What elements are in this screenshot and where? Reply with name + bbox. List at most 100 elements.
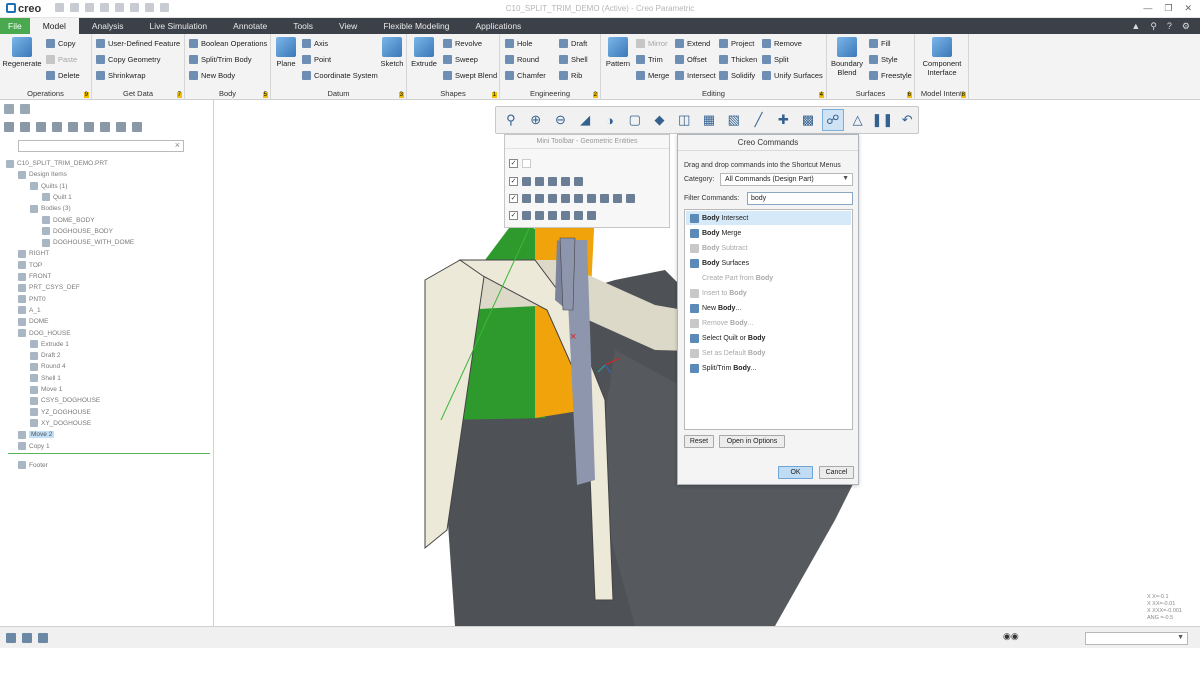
tree-item[interactable]: DOME_BODY <box>42 215 95 226</box>
settings-icon[interactable]: ⚙ <box>1182 21 1190 32</box>
paint-icon[interactable] <box>561 177 570 186</box>
tree-item[interactable]: PRT_CSYS_DEF <box>18 282 80 293</box>
surfaces-label[interactable]: Surfaces <box>827 89 914 98</box>
fill-button[interactable]: Fill <box>869 39 891 48</box>
help-icon[interactable]: ? <box>1167 21 1172 32</box>
datum-label[interactable]: Datum <box>271 89 406 98</box>
tree-item[interactable]: Move 2 <box>18 429 55 440</box>
style-button[interactable]: Style <box>869 55 898 64</box>
tab-applications[interactable]: Applications <box>462 18 534 34</box>
tree-show-icon[interactable] <box>100 122 110 132</box>
tree-item[interactable]: DOGHOUSE_BODY <box>42 226 113 237</box>
tree-item[interactable]: DOGHOUSE_WITH_DOME <box>42 237 134 248</box>
sketch-mini-icon[interactable] <box>548 177 557 186</box>
surface-mini-icon[interactable] <box>587 194 596 203</box>
solidify-button[interactable]: Solidify <box>719 71 755 80</box>
regenerate-button[interactable]: Regenerate <box>2 37 42 68</box>
repaint-icon[interactable]: ◢ <box>574 109 596 131</box>
paste-button[interactable]: Paste <box>46 55 77 64</box>
sketch-button[interactable]: Sketch <box>379 37 405 68</box>
tree-item[interactable]: Draft 2 <box>30 350 61 361</box>
tree-item[interactable]: Design Items <box>18 169 67 180</box>
editing-label[interactable]: Editing <box>601 89 826 98</box>
command-item[interactable]: Set as Default Body <box>686 346 851 360</box>
tree-expand-icon[interactable] <box>84 122 94 132</box>
command-item[interactable]: Body Subtract <box>686 241 851 255</box>
tree-item[interactable]: C10_SPLIT_TRIM_DEMO.PRT <box>6 158 108 169</box>
display-mini-icon[interactable] <box>587 211 596 220</box>
swept-blend-button[interactable]: Swept Blend <box>443 71 497 80</box>
clear-search-icon[interactable]: × <box>175 140 180 150</box>
suppress-mini-icon[interactable] <box>548 211 557 220</box>
tree-item[interactable]: Copy 1 <box>18 441 50 452</box>
tree-search-input[interactable]: × <box>18 140 184 152</box>
tab-flexible-modeling[interactable]: Flexible Modeling <box>370 18 462 34</box>
customize-toolbar-icon[interactable]: ▩ <box>797 109 819 131</box>
draft-button[interactable]: Draft <box>559 39 587 48</box>
command-item[interactable]: Split/Trim Body... <box>686 361 851 375</box>
hole-button[interactable]: Hole <box>505 39 532 48</box>
display-style-icon[interactable]: ◆ <box>649 109 671 131</box>
tree-item[interactable]: CSYS_DOGHOUSE <box>30 395 100 406</box>
selection-filter-select[interactable]: ▼ <box>1085 632 1188 645</box>
tree-columns2-icon[interactable] <box>116 122 126 132</box>
spin-center-icon[interactable]: ✚ <box>772 109 794 131</box>
hide-mini-icon[interactable] <box>535 211 544 220</box>
tree-item[interactable]: Extrude 1 <box>30 339 69 350</box>
undo-view-icon[interactable]: ↶ <box>896 109 918 131</box>
tree-item[interactable]: DOG_HOUSE <box>18 328 71 339</box>
pattern-button[interactable]: Pattern <box>603 37 633 68</box>
quilt-mini-icon[interactable] <box>600 194 609 203</box>
rib-button[interactable]: Rib <box>559 71 582 80</box>
show-mini-icon[interactable] <box>561 211 570 220</box>
tab-model[interactable]: Model <box>29 18 79 34</box>
trim-button[interactable]: Trim <box>636 55 663 64</box>
command-item[interactable]: Body Surfaces <box>686 256 851 270</box>
remove-button[interactable]: Remove <box>762 39 802 48</box>
tree-item[interactable]: XY_DOGHOUSE <box>30 418 91 429</box>
revolve-button[interactable]: Revolve <box>443 39 482 48</box>
command-item[interactable]: New Body... <box>686 301 851 315</box>
operations-label[interactable]: Operations <box>0 89 91 98</box>
view-manager-icon[interactable]: ◑ <box>599 109 621 131</box>
tree-item[interactable]: Footer <box>18 460 48 471</box>
extend-button[interactable]: Extend <box>675 39 710 48</box>
tab-file[interactable]: File <box>0 18 30 34</box>
tree-columns-icon[interactable] <box>36 122 46 132</box>
tree-list-icon[interactable] <box>20 122 30 132</box>
tree-item[interactable]: FRONT <box>18 271 51 282</box>
command-item[interactable]: Insert to Body <box>686 286 851 300</box>
section-icon[interactable]: ▦ <box>698 109 720 131</box>
full-screen-icon[interactable] <box>38 633 48 643</box>
tree-item[interactable]: A_1 <box>18 305 41 316</box>
shell-button[interactable]: Shell <box>559 55 588 64</box>
commands-icon[interactable]: ☍ <box>821 109 844 131</box>
tree-item[interactable]: Round 4 <box>30 361 66 372</box>
tab-tools[interactable]: Tools <box>280 18 326 34</box>
body-mini-icon[interactable] <box>613 194 622 203</box>
dimension-icon[interactable] <box>522 177 531 186</box>
tab-annotate[interactable]: Annotate <box>220 18 280 34</box>
copy-geometry-button[interactable]: Copy Geometry <box>96 55 161 64</box>
saved-orientations-icon[interactable]: ▢ <box>624 109 646 131</box>
tree-item[interactable]: Bodies (3) <box>30 203 71 214</box>
get-data-label[interactable]: Get Data <box>92 89 184 98</box>
tree-item[interactable]: Move 1 <box>30 384 62 395</box>
mirror-button[interactable]: Mirror <box>636 39 668 48</box>
warning-icon[interactable]: △ <box>847 109 869 131</box>
minimize-icon[interactable]: — <box>1143 3 1152 14</box>
split-trim-body-button[interactable]: Split/Trim Body <box>189 55 252 64</box>
more-mini-icon[interactable] <box>626 194 635 203</box>
offset-button[interactable]: Offset <box>675 55 707 64</box>
udf-button[interactable]: User-Defined Feature <box>96 39 180 48</box>
model-tree-tab-icon[interactable] <box>4 104 14 114</box>
isolate-mini-icon[interactable] <box>574 211 583 220</box>
search-icon[interactable]: ⚲ <box>1150 21 1157 32</box>
tree-item[interactable]: Shell 1 <box>30 373 61 384</box>
command-item[interactable]: Create Part from Body <box>686 271 851 285</box>
tree-item[interactable]: DOME <box>18 316 49 327</box>
boolean-operations-button[interactable]: Boolean Operations <box>189 39 267 48</box>
component-interface-button[interactable]: Component Interface <box>917 37 967 77</box>
sweep-button[interactable]: Sweep <box>443 55 478 64</box>
select-mini-icon[interactable] <box>522 211 531 220</box>
